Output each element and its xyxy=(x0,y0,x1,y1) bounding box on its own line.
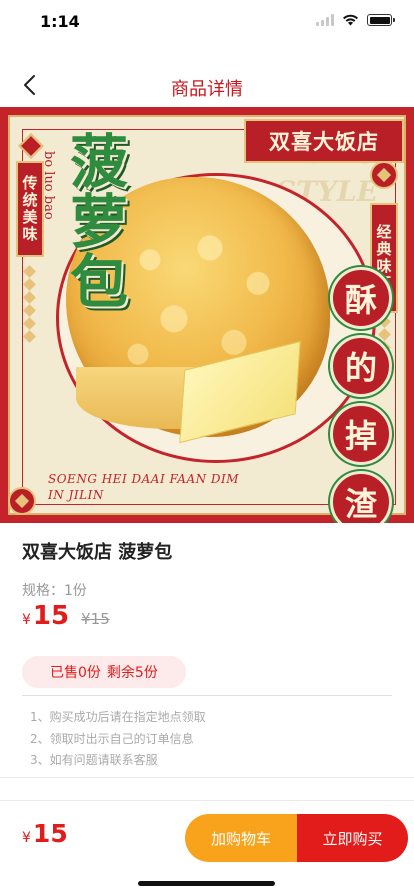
current-price: 15 xyxy=(32,601,70,631)
brand-banner: 双喜大饭店 xyxy=(244,119,404,163)
home-indicator[interactable] xyxy=(138,881,275,886)
crunch-char: 的 xyxy=(330,335,392,397)
nav-bar: 商品详情 xyxy=(0,60,414,110)
corner-dot xyxy=(8,487,36,515)
poster-footer: SOENG HEI DAAI FAAN DIM IN JILIN xyxy=(48,472,240,502)
crunch-char: 酥 xyxy=(330,267,392,329)
currency-symbol: ¥ xyxy=(22,830,31,846)
stock-badge: 已售0份 剩余5份 xyxy=(22,656,186,688)
pinyin-text: bo luo bao xyxy=(41,151,56,220)
signal-icon xyxy=(316,14,334,26)
remaining-count: 剩余5份 xyxy=(106,665,158,681)
price-row: ¥ 15 ¥15 xyxy=(22,601,110,631)
currency-symbol: ¥ xyxy=(22,612,31,628)
note-item: 1、购买成功后请在指定地点领取 xyxy=(30,710,206,724)
purchase-notes: 1、购买成功后请在指定地点领取 2、领取时出示自己的订单信息 3、如有问题请联系… xyxy=(30,707,206,772)
crunch-char: 掉 xyxy=(330,403,392,465)
wifi-icon xyxy=(343,14,358,26)
bottom-price: ¥ 15 xyxy=(22,819,68,848)
page-title: 商品详情 xyxy=(171,79,243,100)
status-bar: 1:14 xyxy=(0,0,414,44)
battery-icon xyxy=(367,14,395,26)
status-icons xyxy=(316,14,395,26)
crunch-circles: 酥 的 掉 渣 xyxy=(330,267,392,523)
note-item: 3、如有问题请联系客服 xyxy=(30,753,158,767)
original-price: ¥15 xyxy=(81,610,110,628)
buy-now-button[interactable]: 立即购买 xyxy=(297,814,408,862)
corner-dot xyxy=(370,161,398,189)
add-to-cart-button[interactable]: 加购物车 xyxy=(185,814,297,862)
small-diamonds-left xyxy=(23,265,36,343)
poster-canvas: HONG STYLE 双喜大饭店 传统美味 经典味正 bo luo bao 菠萝… xyxy=(8,115,406,523)
product-spec: 规格：1份 xyxy=(22,583,87,599)
divider xyxy=(22,695,392,696)
product-image: HONG STYLE 双喜大饭店 传统美味 经典味正 bo luo bao 菠萝… xyxy=(0,107,414,523)
divider xyxy=(0,777,414,778)
note-item: 2、领取时出示自己的订单信息 xyxy=(30,731,194,746)
crunch-char: 渣 xyxy=(330,471,392,523)
product-name: 双喜大饭店 菠萝包 xyxy=(22,542,173,563)
total-price: 15 xyxy=(32,819,68,848)
status-time: 1:14 xyxy=(40,12,80,31)
pineapple-title: 菠萝包 xyxy=(60,131,128,311)
sold-count: 已售0份 xyxy=(50,665,101,681)
